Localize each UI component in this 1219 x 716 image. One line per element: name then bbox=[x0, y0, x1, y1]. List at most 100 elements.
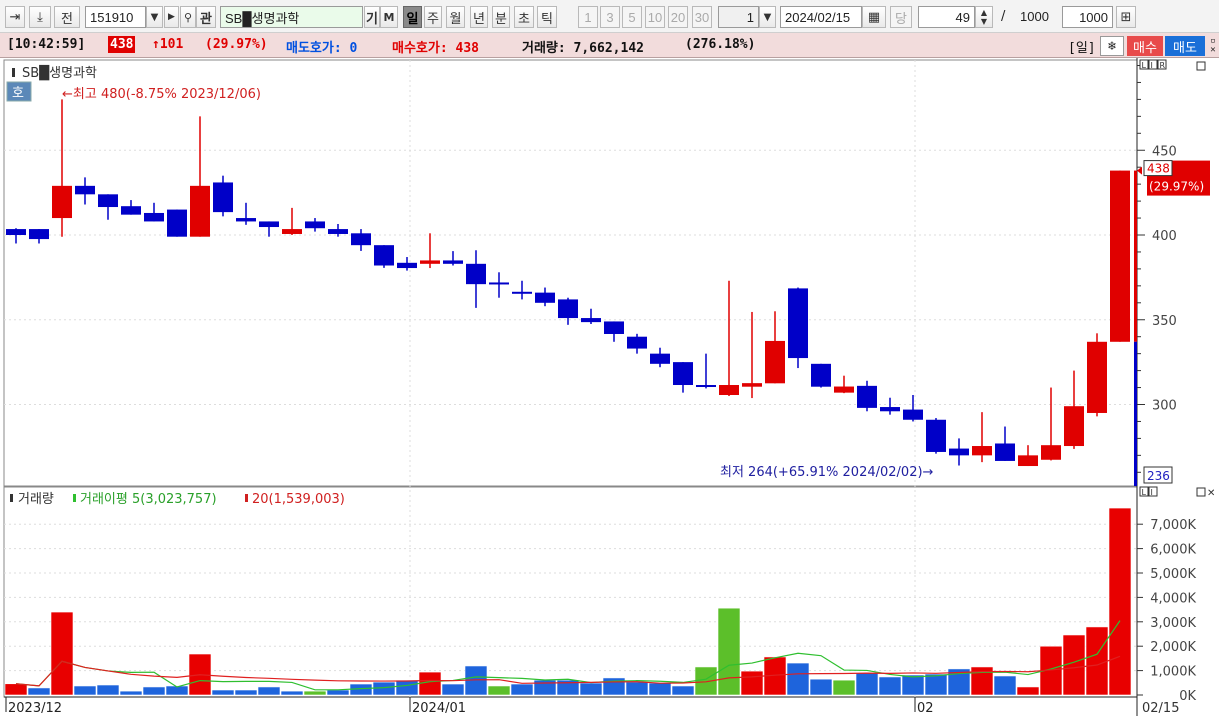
axis-button-label[interactable]: L bbox=[1142, 61, 1147, 70]
prev-button[interactable]: 전 bbox=[54, 6, 80, 28]
volume-bar bbox=[625, 681, 649, 696]
current-pct-tag: (29.97%) bbox=[1149, 180, 1204, 194]
code-dropdown-icon[interactable]: ▼ bbox=[146, 6, 163, 28]
candle-body bbox=[466, 263, 486, 285]
sell-button[interactable]: 매도 bbox=[1165, 36, 1205, 56]
volume-bar bbox=[395, 679, 419, 696]
calendar-icon[interactable]: ▦ bbox=[862, 6, 886, 28]
price-axis-label: 400 bbox=[1152, 229, 1177, 244]
volume-bar bbox=[234, 689, 258, 696]
interval-button-5[interactable]: 30 bbox=[692, 6, 712, 28]
volume-bar bbox=[73, 685, 97, 696]
candle[interactable] bbox=[167, 209, 187, 237]
settings-gear-icon[interactable]: ❄ bbox=[1100, 36, 1124, 56]
period-tab-4[interactable]: 분 bbox=[492, 6, 510, 28]
volume-bar bbox=[280, 690, 304, 696]
last-date-label: 02/15 bbox=[1142, 701, 1179, 716]
next-arrow-icon[interactable]: ▶ bbox=[164, 6, 179, 28]
period-tab-0[interactable]: 일 bbox=[403, 6, 422, 28]
volume-close-icon[interactable]: ✕ bbox=[1207, 488, 1215, 499]
volume-axis-button-label[interactable]: I bbox=[1151, 488, 1153, 497]
volume-axis-label: 7,000K bbox=[1150, 518, 1196, 533]
date-input[interactable]: 2024/02/15 bbox=[780, 6, 862, 28]
candle[interactable] bbox=[374, 245, 394, 268]
axis-button-label[interactable]: I bbox=[1151, 61, 1153, 70]
volume-bar bbox=[924, 673, 948, 696]
candle-body bbox=[558, 299, 578, 319]
price-axis-label: 450 bbox=[1152, 144, 1177, 159]
candle-body bbox=[535, 292, 555, 303]
ma20-legend: 20(1,539,003) bbox=[252, 492, 345, 507]
interval-button-0[interactable]: 1 bbox=[578, 6, 598, 28]
stock-chart[interactable]: 2023/12 2024/01 02 450 400 350 300 7,000K 6,000… bbox=[0, 58, 1219, 716]
axis-button-label[interactable]: R bbox=[1160, 61, 1166, 70]
date-label: 02 bbox=[917, 701, 934, 716]
candle-body bbox=[420, 260, 440, 264]
interval-button-2[interactable]: 5 bbox=[622, 6, 642, 28]
candle-body bbox=[98, 194, 118, 208]
candle-body bbox=[811, 363, 831, 387]
display-count-input[interactable]: 1000 bbox=[1062, 6, 1113, 28]
volume-bar bbox=[211, 689, 235, 696]
volume-bar bbox=[441, 683, 465, 696]
period-tab-6[interactable]: 틱 bbox=[537, 6, 557, 28]
candle-body bbox=[581, 318, 601, 323]
interval-button-3[interactable]: 10 bbox=[645, 6, 665, 28]
change-pct-label: (29.97%) bbox=[205, 37, 268, 52]
count-spinner[interactable]: ▲ ▼ bbox=[975, 6, 993, 28]
quote-bar: [10:42:59] 438 ↑101 (29.97%) 매도호가: 0 매수호… bbox=[0, 33, 1219, 58]
candle-body bbox=[259, 221, 279, 228]
interval-button-1[interactable]: 3 bbox=[600, 6, 620, 28]
stock-name-field[interactable]: SB█생명과학 bbox=[220, 6, 363, 28]
interval-dropdown-icon[interactable]: ▼ bbox=[759, 6, 776, 28]
m-button[interactable]: M bbox=[380, 6, 398, 28]
candle-body bbox=[167, 209, 187, 237]
stock-code-input[interactable]: 151910 bbox=[85, 6, 146, 28]
candle[interactable] bbox=[926, 418, 946, 454]
related-button[interactable]: 관 bbox=[196, 6, 216, 28]
today-button[interactable]: 당 bbox=[890, 6, 912, 28]
volume-pct-label: (276.18%) bbox=[685, 37, 756, 52]
search-icon[interactable]: ⚲ bbox=[180, 6, 196, 28]
count-separator: / bbox=[1001, 9, 1006, 24]
title-marker bbox=[12, 68, 15, 77]
candle-body bbox=[144, 212, 164, 222]
interval-button-4[interactable]: 20 bbox=[668, 6, 688, 28]
candle-body bbox=[305, 221, 325, 229]
candle[interactable] bbox=[788, 287, 808, 369]
price-badge: 438 bbox=[108, 36, 136, 53]
volume-axis-button-label[interactable]: L bbox=[1142, 488, 1147, 497]
count-input[interactable]: 49 bbox=[918, 6, 975, 28]
candle-body bbox=[972, 446, 992, 456]
maximize-icon[interactable] bbox=[1196, 61, 1206, 71]
period-tab-3[interactable]: 년 bbox=[470, 6, 488, 28]
period-tab-1[interactable]: 주 bbox=[424, 6, 442, 28]
ask-label: 매도호가: 0 bbox=[286, 41, 358, 56]
volume-maximize-icon[interactable] bbox=[1196, 487, 1206, 497]
period-tab-2[interactable]: 월 bbox=[446, 6, 465, 28]
period-tab-5[interactable]: 초 bbox=[514, 6, 534, 28]
window-controls-icon[interactable]: ▫ ✕ bbox=[1208, 36, 1218, 56]
candle-body bbox=[949, 448, 969, 456]
candle-body bbox=[29, 229, 49, 240]
volume-axis-label: 6,000K bbox=[1150, 543, 1196, 558]
candle[interactable] bbox=[811, 363, 831, 388]
volume-bar bbox=[510, 683, 534, 696]
volume-bar bbox=[671, 685, 695, 696]
candle[interactable] bbox=[1110, 170, 1130, 342]
candle-body bbox=[834, 386, 854, 393]
buy-button[interactable]: 매수 bbox=[1127, 36, 1163, 56]
link-icon[interactable]: ⇥ bbox=[5, 6, 25, 28]
candle-body bbox=[374, 245, 394, 266]
candle[interactable] bbox=[1087, 333, 1107, 417]
hoga-button-label[interactable]: 호 bbox=[12, 86, 24, 101]
volume-bar bbox=[142, 686, 166, 696]
download-icon[interactable]: ⤓ bbox=[29, 6, 51, 28]
interval-input[interactable]: 1 bbox=[718, 6, 759, 28]
gi-button[interactable]: 기 bbox=[364, 6, 380, 28]
today-range-down bbox=[1134, 341, 1137, 486]
candle-body bbox=[443, 260, 463, 264]
add-window-icon[interactable]: ⊞ bbox=[1116, 6, 1136, 28]
chart-title: SB█생명과학 bbox=[22, 64, 97, 81]
volume-bar bbox=[832, 679, 856, 696]
